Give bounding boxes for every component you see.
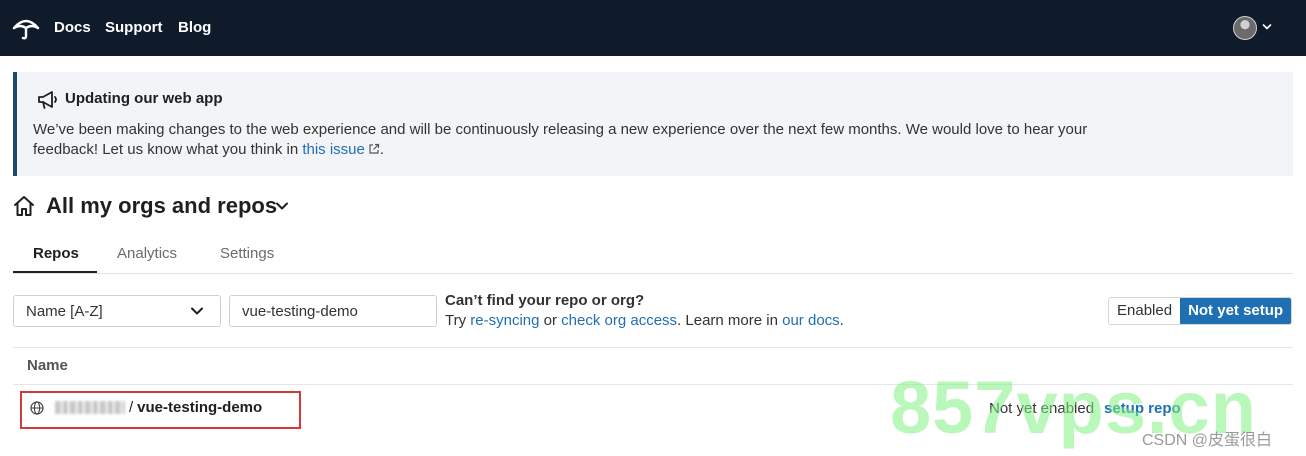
resync-link[interactable]: re-syncing	[470, 312, 539, 329]
column-header-name[interactable]: Name	[27, 357, 68, 374]
tabs-divider	[13, 273, 1293, 274]
tab-analytics[interactable]: Analytics	[117, 245, 177, 262]
sort-select-value: Name [A-Z]	[26, 303, 103, 320]
repo-path-link[interactable]: / vue-testing-demo	[129, 399, 262, 416]
org-switcher-chevron-icon[interactable]	[275, 200, 289, 212]
not-yet-setup-toggle-button[interactable]: Not yet setup	[1180, 298, 1292, 324]
home-icon	[14, 196, 34, 216]
tab-repos[interactable]: Repos	[33, 245, 79, 262]
repo-name: vue-testing-demo	[137, 399, 263, 416]
chevron-down-icon[interactable]	[1262, 22, 1272, 32]
our-docs-link[interactable]: our docs	[782, 312, 840, 329]
globe-icon	[30, 401, 44, 415]
update-banner: Updating our web app We’ve been making c…	[13, 72, 1293, 176]
table-row[interactable]: / vue-testing-demo Not yet enabled setup …	[13, 385, 1293, 433]
sort-select[interactable]: Name [A-Z]	[13, 295, 221, 327]
tab-settings[interactable]: Settings	[220, 245, 274, 262]
help-try-text: Try	[445, 312, 471, 329]
banner-text-end: .	[379, 141, 385, 158]
help-learn-text: . Learn more in	[677, 312, 783, 329]
table-top-border	[13, 347, 1293, 348]
chevron-down-icon	[191, 307, 203, 315]
banner-text: We’ve been making changes to the web exp…	[33, 121, 1088, 158]
repo-search-input[interactable]	[229, 295, 437, 327]
check-org-access-link[interactable]: check org access	[561, 312, 677, 329]
nav-blog-link[interactable]: Blog	[178, 19, 211, 36]
page-title: All my orgs and repos	[46, 193, 278, 218]
help-text: Try re-syncing or check org access. Lear…	[445, 312, 844, 329]
help-or-text: or	[539, 312, 562, 329]
this-issue-link[interactable]: this issue	[302, 141, 365, 158]
external-link-icon[interactable]	[368, 143, 380, 155]
help-end-text: .	[839, 312, 844, 329]
banner-message: We’ve been making changes to the web exp…	[33, 120, 1093, 160]
banner-title: Updating our web app	[65, 90, 223, 107]
help-title: Can’t find your repo or org?	[445, 292, 645, 309]
nav-support-link[interactable]: Support	[105, 19, 163, 36]
megaphone-icon	[38, 91, 57, 109]
nav-docs-link[interactable]: Docs	[54, 19, 91, 36]
user-avatar[interactable]	[1233, 16, 1257, 40]
repo-status-text: Not yet enabled	[989, 400, 1095, 417]
org-name-redacted	[55, 401, 125, 414]
umbrella-logo-icon[interactable]	[12, 16, 40, 40]
enabled-toggle-button[interactable]: Enabled	[1109, 298, 1181, 324]
repo-path-separator: /	[129, 399, 134, 416]
repo-status-toggle: Enabled Not yet setup	[1108, 297, 1293, 325]
setup-repo-link[interactable]: setup repo	[1104, 400, 1181, 417]
active-tab-indicator	[13, 271, 97, 273]
top-nav: Docs Support Blog	[0, 0, 1306, 56]
